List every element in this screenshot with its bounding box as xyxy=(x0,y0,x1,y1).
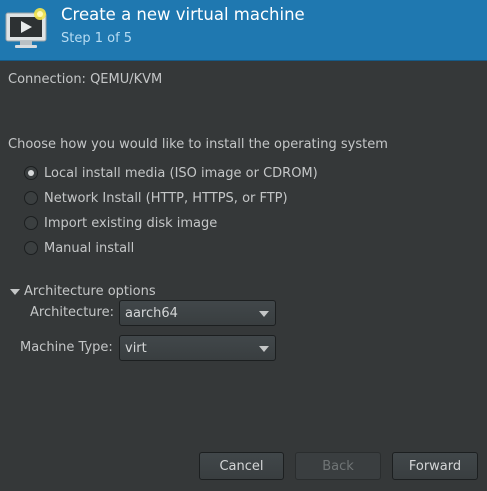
radio-label: Manual install xyxy=(44,240,135,256)
install-method-prompt: Choose how you would like to install the… xyxy=(8,137,388,152)
architecture-combo-value: aarch64 xyxy=(125,305,178,321)
architecture-label: Architecture: xyxy=(30,305,114,320)
architecture-options-expander[interactable]: Architecture options xyxy=(10,284,156,299)
radio-label: Local install media (ISO image or CDROM) xyxy=(44,165,318,181)
connection-row: Connection: QEMU/KVM xyxy=(8,72,162,87)
chevron-down-icon xyxy=(259,346,269,352)
expander-label: Architecture options xyxy=(24,284,156,299)
connection-label: Connection: xyxy=(8,72,86,87)
radio-indicator[interactable] xyxy=(24,191,38,205)
machine-type-combo-value: virt xyxy=(125,340,147,356)
connection-value: QEMU/KVM xyxy=(90,72,163,87)
wizard-header: Create a new virtual machine Step 1 of 5 xyxy=(0,0,487,61)
machine-type-label: Machine Type: xyxy=(20,340,113,355)
radio-import-disk[interactable]: Import existing disk image xyxy=(24,214,217,232)
machine-type-combo[interactable]: virt xyxy=(119,335,276,361)
radio-indicator[interactable] xyxy=(24,216,38,230)
radio-manual-install[interactable]: Manual install xyxy=(24,239,134,257)
radio-local-install[interactable]: Local install media (ISO image or CDROM) xyxy=(24,164,318,182)
chevron-down-icon xyxy=(259,311,269,317)
radio-network-install[interactable]: Network Install (HTTP, HTTPS, or FTP) xyxy=(24,189,288,207)
back-button[interactable]: Back xyxy=(295,452,381,480)
forward-button[interactable]: Forward xyxy=(392,452,478,480)
expander-arrow-icon[interactable] xyxy=(10,289,20,295)
wizard-title: Create a new virtual machine xyxy=(61,5,305,24)
cancel-button[interactable]: Cancel xyxy=(199,452,284,480)
virtual-machine-icon xyxy=(5,8,47,48)
architecture-combo[interactable]: aarch64 xyxy=(119,300,276,326)
radio-indicator[interactable] xyxy=(24,241,38,255)
wizard-step-indicator: Step 1 of 5 xyxy=(61,31,133,46)
radio-label: Import existing disk image xyxy=(44,215,218,231)
radio-indicator[interactable] xyxy=(24,166,38,180)
radio-label: Network Install (HTTP, HTTPS, or FTP) xyxy=(44,190,288,206)
